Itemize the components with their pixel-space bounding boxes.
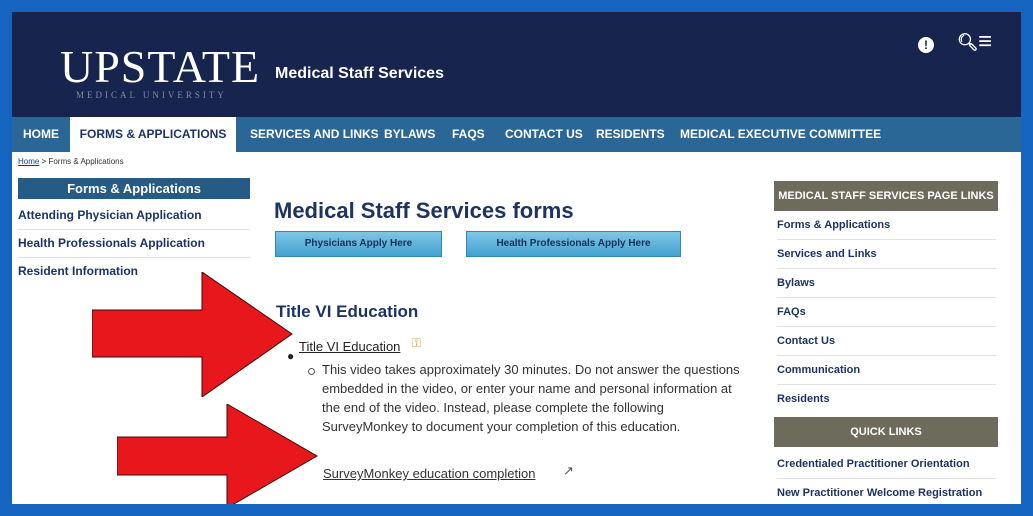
nav-item-contact-us[interactable]: CONTACT US	[505, 117, 583, 152]
search-icon[interactable]: 🔍︎	[957, 34, 979, 52]
right-link-contact-us[interactable]: Contact Us	[777, 327, 996, 356]
education-description: This video takes approximately 30 minute…	[322, 362, 740, 434]
key-icon: ⚿	[412, 336, 422, 350]
nav-item-medical-executive-committee[interactable]: MEDICAL EXECUTIVE COMMITTEE	[680, 117, 881, 152]
right-link-forms-applications[interactable]: Forms & Applications	[777, 211, 996, 240]
red-arrow-upper	[92, 272, 293, 397]
quick-link-new-practitioner-welcome-registration[interactable]: New Practitioner Welcome Registration	[777, 479, 996, 504]
info-icon[interactable]: !	[918, 37, 934, 53]
nav-item-faqs[interactable]: FAQS	[452, 117, 485, 152]
breadcrumb-current: Forms & Applications	[48, 157, 124, 166]
red-arrow-lower	[117, 404, 318, 504]
page-title: Medical Staff Services forms	[274, 198, 574, 223]
external-link-icon: ↗	[563, 463, 574, 478]
left-sidebar-heading: Forms & Applications	[18, 178, 250, 199]
right-link-residents[interactable]: Residents	[777, 385, 996, 413]
site-header: UPSTATE MEDICAL UNIVERSITY Medical Staff…	[12, 12, 1021, 117]
nav-item-services-links[interactable]: SERVICES AND LINKS	[250, 117, 379, 152]
right-link-communication[interactable]: Communication	[777, 356, 996, 385]
nav-item-home[interactable]: HOME	[12, 117, 70, 152]
breadcrumb-home-link[interactable]: Home	[18, 157, 39, 166]
browser-frame: UPSTATE MEDICAL UNIVERSITY Medical Staff…	[12, 12, 1021, 504]
sublist-bullet	[308, 368, 315, 375]
nav-item-bylaws[interactable]: BYLAWS	[384, 117, 435, 152]
right-link-bylaws[interactable]: Bylaws	[777, 269, 996, 298]
quick-links-heading: QUICK LINKS	[774, 417, 998, 447]
surveymonkey-link[interactable]: SurveyMonkey education completion	[323, 466, 535, 481]
menu-icon[interactable]: ≡	[978, 30, 992, 54]
health-professionals-apply-button[interactable]: Health Professionals Apply Here	[466, 231, 681, 257]
nav-item-residents[interactable]: RESIDENTS	[596, 117, 665, 152]
university-logo[interactable]: UPSTATE	[60, 44, 260, 90]
nav-item-forms-applications[interactable]: FORMS & APPLICATIONS	[70, 117, 236, 152]
main-nav: HOME FORMS & APPLICATIONS SERVICES AND L…	[12, 117, 1021, 152]
right-link-faqs[interactable]: FAQs	[777, 298, 996, 327]
title-vi-education-link[interactable]: Title VI Education	[299, 339, 400, 354]
right-link-services-links[interactable]: Services and Links	[777, 240, 996, 269]
quick-link-credentialed-practitioner-orientation[interactable]: Credentialed Practitioner Orientation	[777, 450, 996, 479]
sidebar-item-health-professionals-application[interactable]: Health Professionals Application	[18, 230, 250, 258]
physicians-apply-button[interactable]: Physicians Apply Here	[275, 231, 442, 257]
breadcrumb: Home > Forms & Applications	[18, 157, 124, 166]
university-logo-subtitle: MEDICAL UNIVERSITY	[76, 90, 227, 100]
right-sidebar-heading: MEDICAL STAFF SERVICES PAGE LINKS	[774, 181, 998, 211]
sidebar-item-attending-physician-application[interactable]: Attending Physician Application	[18, 202, 250, 230]
site-title[interactable]: Medical Staff Services	[275, 65, 444, 83]
